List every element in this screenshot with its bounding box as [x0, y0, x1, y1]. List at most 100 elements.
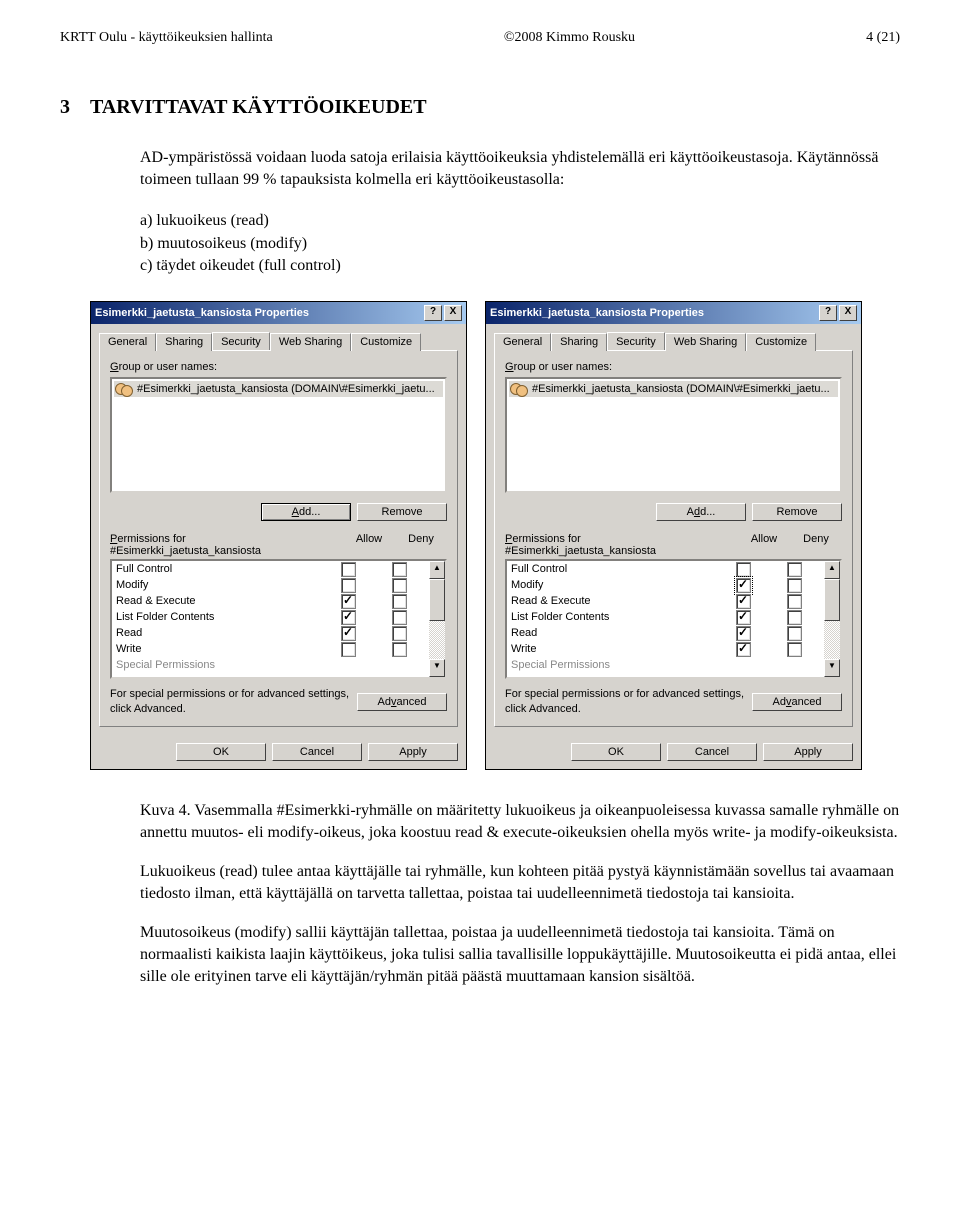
- permissions-list: Full Control Modify Read & Execute List …: [110, 559, 447, 679]
- scrollbar[interactable]: ▲ ▼: [824, 561, 840, 677]
- perm-row-readexec: Read & Execute: [507, 593, 824, 609]
- advanced-button[interactable]: Advanced: [357, 693, 447, 711]
- allow-checkbox[interactable]: [341, 626, 356, 641]
- group-listbox[interactable]: #Esimerkki_jaetusta_kansiosta (DOMAIN\#E…: [505, 377, 842, 493]
- caption-block: Kuva 4. Vasemmalla #Esimerkki-ryhmälle o…: [140, 800, 900, 987]
- allow-checkbox[interactable]: [341, 562, 356, 577]
- allow-checkbox[interactable]: [341, 610, 356, 625]
- perm-row-modify: Modify: [507, 577, 824, 593]
- tab-customize[interactable]: Customize: [746, 333, 816, 351]
- body-paragraph: Muutosoikeus (modify) sallii käyttäjän t…: [140, 922, 900, 987]
- allow-checkbox[interactable]: [341, 642, 356, 657]
- deny-checkbox[interactable]: [787, 594, 802, 609]
- allow-header: Allow: [738, 533, 790, 557]
- list-item[interactable]: #Esimerkki_jaetusta_kansiosta (DOMAIN\#E…: [114, 381, 443, 397]
- perm-row-write: Write: [112, 641, 429, 657]
- tab-general[interactable]: General: [99, 333, 156, 351]
- perm-row-readexec: Read & Execute: [112, 593, 429, 609]
- dialog-footer: OK Cancel Apply: [486, 735, 861, 769]
- body-paragraph: Lukuoikeus (read) tulee antaa käyttäjäll…: [140, 861, 900, 904]
- allow-checkbox[interactable]: [736, 594, 751, 609]
- deny-checkbox[interactable]: [787, 610, 802, 625]
- scrollbar[interactable]: ▲ ▼: [429, 561, 445, 677]
- deny-checkbox[interactable]: [392, 626, 407, 641]
- ok-button[interactable]: OK: [571, 743, 661, 761]
- tab-security[interactable]: Security: [607, 332, 665, 350]
- list-item[interactable]: #Esimerkki_jaetusta_kansiosta (DOMAIN\#E…: [509, 381, 838, 397]
- deny-checkbox[interactable]: [392, 642, 407, 657]
- window-title: Esimerkki_jaetusta_kansiosta Properties: [490, 307, 704, 319]
- list-item: c) täydet oikeudet (full control): [140, 255, 900, 277]
- titlebar[interactable]: Esimerkki_jaetusta_kansiosta Properties …: [91, 302, 466, 324]
- deny-header: Deny: [395, 533, 447, 557]
- tab-security[interactable]: Security: [212, 332, 270, 350]
- group-name: #Esimerkki_jaetusta_kansiosta (DOMAIN\#E…: [532, 383, 830, 395]
- perm-row-full: Full Control: [507, 561, 824, 577]
- list-item: a) lukuoikeus (read): [140, 210, 900, 232]
- deny-checkbox[interactable]: [392, 594, 407, 609]
- allow-checkbox[interactable]: [736, 578, 751, 593]
- allow-checkbox[interactable]: [736, 642, 751, 657]
- group-name: #Esimerkki_jaetusta_kansiosta (DOMAIN\#E…: [137, 383, 435, 395]
- deny-checkbox[interactable]: [392, 578, 407, 593]
- perm-row-full: Full Control: [112, 561, 429, 577]
- allow-checkbox[interactable]: [736, 610, 751, 625]
- window-title: Esimerkki_jaetusta_kansiosta Properties: [95, 307, 309, 319]
- deny-checkbox[interactable]: [787, 562, 802, 577]
- cancel-button[interactable]: Cancel: [272, 743, 362, 761]
- close-button[interactable]: X: [444, 305, 462, 321]
- tab-customize[interactable]: Customize: [351, 333, 421, 351]
- close-button[interactable]: X: [839, 305, 857, 321]
- scroll-up-button[interactable]: ▲: [429, 561, 445, 579]
- document-page: KRTT Oulu - käyttöikeuksien hallinta ©20…: [0, 0, 960, 1045]
- add-button[interactable]: Add...: [261, 503, 351, 521]
- tab-web-sharing[interactable]: Web Sharing: [665, 333, 746, 351]
- group-listbox[interactable]: #Esimerkki_jaetusta_kansiosta (DOMAIN\#E…: [110, 377, 447, 493]
- allow-checkbox[interactable]: [341, 578, 356, 593]
- apply-button[interactable]: Apply: [763, 743, 853, 761]
- scroll-down-button[interactable]: ▼: [824, 659, 840, 677]
- section-title: TARVITTAVAT KÄYTTÖOIKEUDET: [90, 96, 427, 118]
- perm-row-special: Special Permissions: [507, 657, 824, 673]
- permissions-header: Permissions for #Esimerkki_jaetusta_kans…: [110, 533, 447, 557]
- scroll-down-button[interactable]: ▼: [429, 659, 445, 677]
- tab-sharing[interactable]: Sharing: [551, 333, 607, 351]
- tab-general[interactable]: General: [494, 333, 551, 351]
- help-button[interactable]: ?: [819, 305, 837, 321]
- tab-web-sharing[interactable]: Web Sharing: [270, 333, 351, 351]
- allow-checkbox[interactable]: [736, 626, 751, 641]
- cancel-button[interactable]: Cancel: [667, 743, 757, 761]
- dialogs-row: Esimerkki_jaetusta_kansiosta Properties …: [90, 301, 900, 770]
- scroll-thumb[interactable]: [429, 579, 445, 621]
- deny-checkbox[interactable]: [392, 610, 407, 625]
- perm-row-listfolder: List Folder Contents: [112, 609, 429, 625]
- deny-checkbox[interactable]: [787, 626, 802, 641]
- ok-button[interactable]: OK: [176, 743, 266, 761]
- help-button[interactable]: ?: [424, 305, 442, 321]
- advanced-button[interactable]: Advanced: [752, 693, 842, 711]
- permissions-header: Permissions for #Esimerkki_jaetusta_kans…: [505, 533, 842, 557]
- allow-checkbox[interactable]: [341, 594, 356, 609]
- remove-button[interactable]: Remove: [752, 503, 842, 521]
- properties-dialog-right: Esimerkki_jaetusta_kansiosta Properties …: [485, 301, 862, 770]
- intro-paragraph: AD-ympäristössä voidaan luoda satoja eri…: [140, 147, 900, 190]
- scroll-up-button[interactable]: ▲: [824, 561, 840, 579]
- perm-row-special: Special Permissions: [112, 657, 429, 673]
- list-item: b) muutosoikeus (modify): [140, 233, 900, 255]
- group-icon: [115, 382, 133, 396]
- tab-sharing[interactable]: Sharing: [156, 333, 212, 351]
- titlebar[interactable]: Esimerkki_jaetusta_kansiosta Properties …: [486, 302, 861, 324]
- deny-checkbox[interactable]: [392, 562, 407, 577]
- group-names-label: Group or user names:: [110, 361, 447, 373]
- tab-panel: Group or user names: #Esimerkki_jaetusta…: [99, 350, 458, 727]
- header-right: 4 (21): [866, 30, 900, 46]
- properties-dialog-left: Esimerkki_jaetusta_kansiosta Properties …: [90, 301, 467, 770]
- remove-button[interactable]: Remove: [357, 503, 447, 521]
- scroll-thumb[interactable]: [824, 579, 840, 621]
- deny-checkbox[interactable]: [787, 578, 802, 593]
- add-button[interactable]: Add...: [656, 503, 746, 521]
- deny-header: Deny: [790, 533, 842, 557]
- deny-checkbox[interactable]: [787, 642, 802, 657]
- apply-button[interactable]: Apply: [368, 743, 458, 761]
- allow-checkbox[interactable]: [736, 562, 751, 577]
